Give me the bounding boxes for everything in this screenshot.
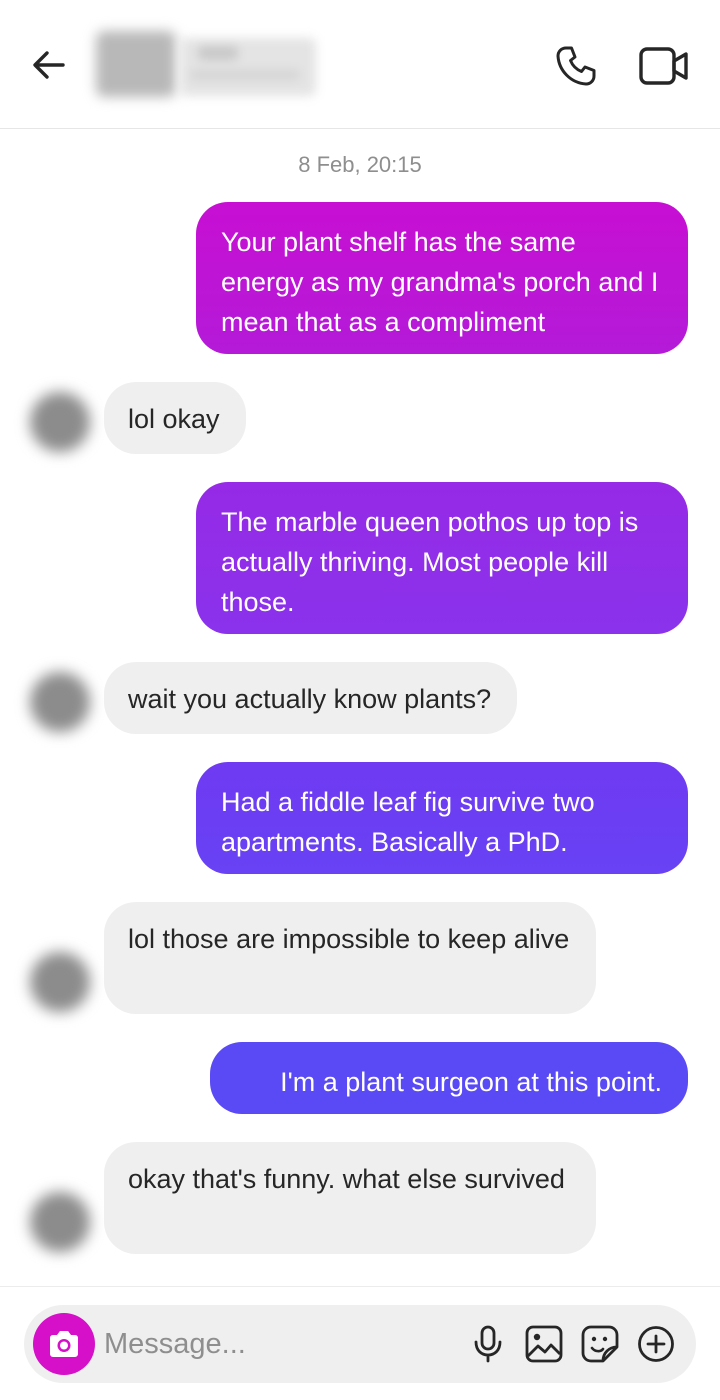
video-call-button[interactable]: [636, 40, 692, 92]
message-timestamp: 8 Feb, 20:15: [298, 152, 422, 177]
incoming-message[interactable]: wait you actually know plants?: [104, 662, 518, 734]
sender-avatar[interactable]: [30, 1192, 90, 1252]
message-input[interactable]: [104, 1317, 444, 1371]
message-composer: [24, 1305, 696, 1383]
outgoing-message[interactable]: The marble queen pothos up top is actual…: [196, 482, 688, 634]
audio-call-button[interactable]: [550, 40, 602, 92]
back-button[interactable]: [26, 42, 72, 88]
sticker-button[interactable]: [580, 1324, 620, 1364]
incoming-message[interactable]: okay that's funny. what else survived: [104, 1142, 596, 1254]
camera-button[interactable]: [33, 1313, 95, 1375]
outgoing-message[interactable]: Your plant shelf has the same energy as …: [196, 202, 688, 354]
sender-avatar[interactable]: [30, 952, 90, 1012]
voice-message-button[interactable]: [468, 1324, 508, 1364]
incoming-message[interactable]: lol okay: [104, 382, 246, 454]
plus-circle-icon: [638, 1326, 674, 1362]
arrow-left-icon: [33, 51, 65, 79]
sticker-icon: [581, 1325, 619, 1363]
outgoing-message[interactable]: I'm a plant surgeon at this point.: [210, 1042, 688, 1114]
more-options-button[interactable]: [636, 1324, 676, 1364]
video-camera-icon: [639, 47, 688, 85]
image-icon: [525, 1325, 563, 1363]
contact-name-redacted[interactable]: [180, 38, 316, 96]
message-composer-bar: [0, 1286, 720, 1400]
sender-avatar[interactable]: [30, 672, 90, 732]
sender-avatar[interactable]: [30, 392, 90, 452]
gallery-button[interactable]: [524, 1324, 564, 1364]
incoming-message[interactable]: lol those are impossible to keep alive: [104, 902, 596, 1014]
contact-avatar[interactable]: [96, 31, 176, 97]
microphone-icon: [474, 1325, 502, 1363]
camera-icon: [50, 1331, 78, 1357]
chat-header: [0, 0, 720, 129]
phone-icon: [556, 46, 596, 86]
outgoing-message[interactable]: Had a fiddle leaf fig survive two apartm…: [196, 762, 688, 874]
